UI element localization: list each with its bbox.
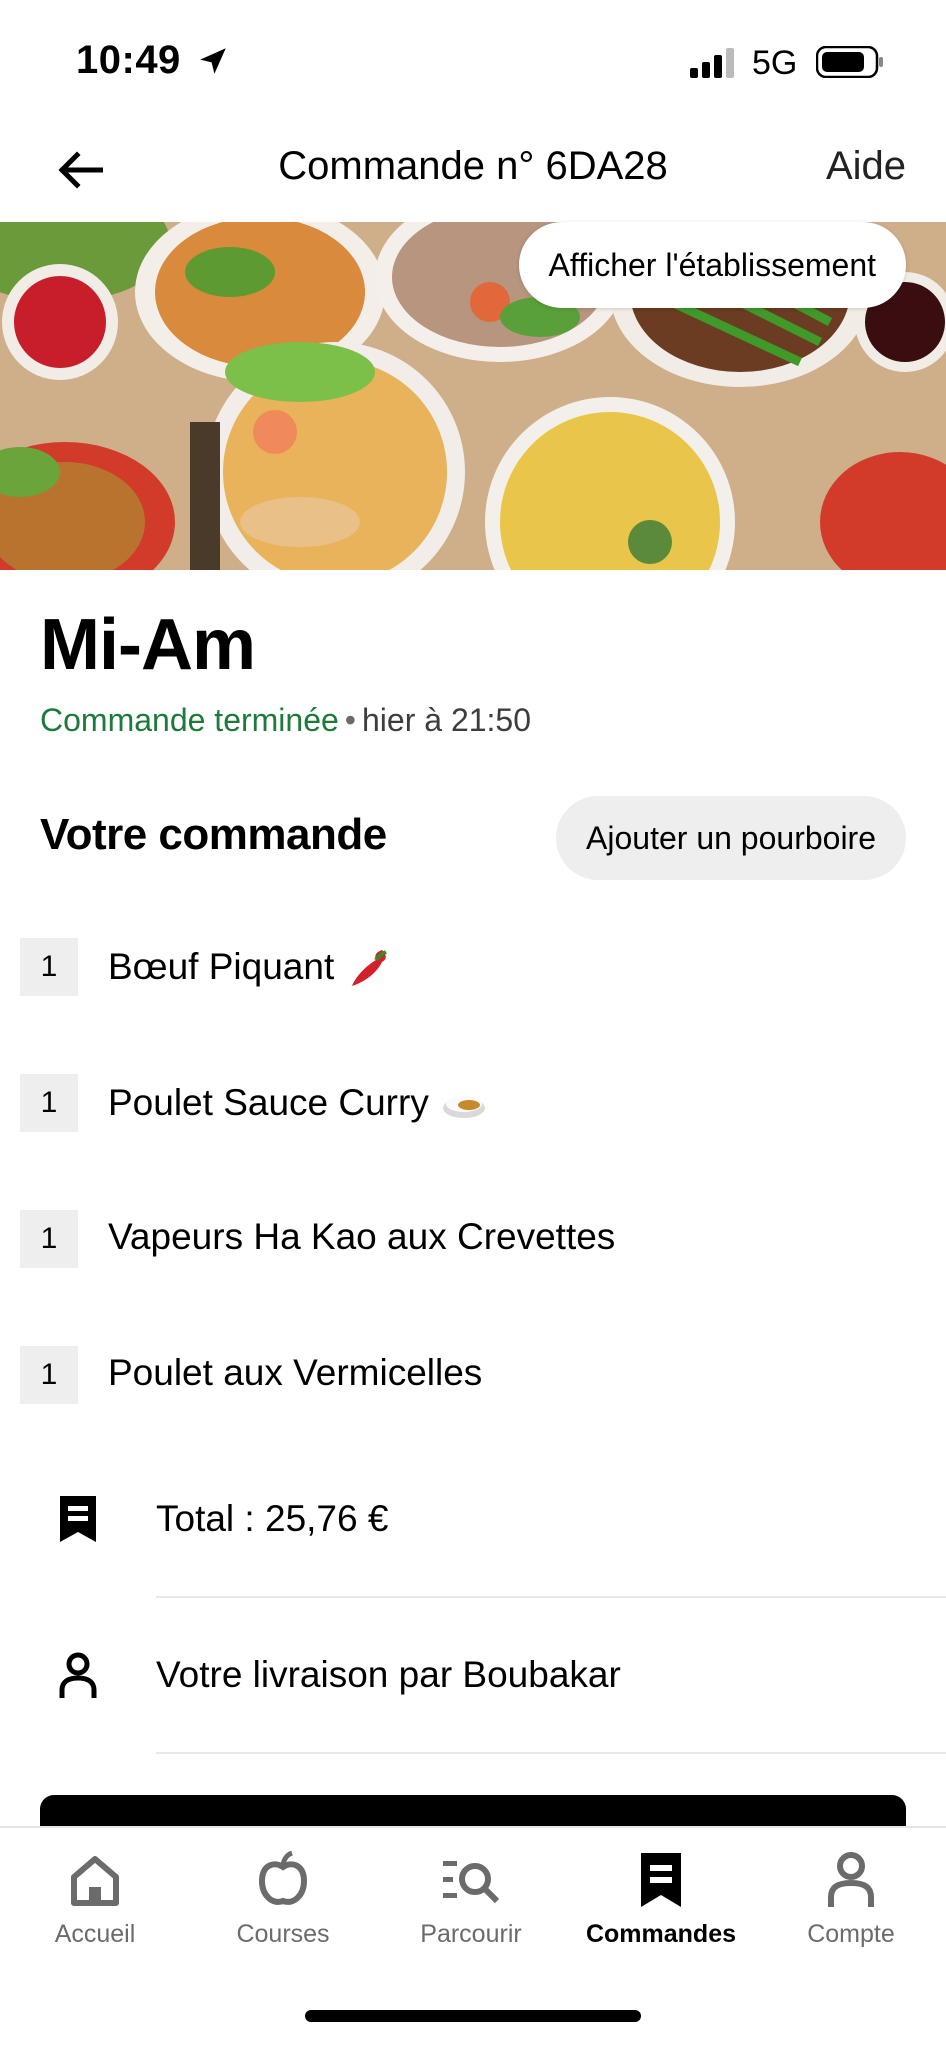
apple-icon — [258, 1851, 308, 1905]
list-item: 1 Poulet aux Vermicelles — [0, 1332, 946, 1412]
tab-icon-wrap — [65, 1848, 125, 1912]
tab-label: Parcourir — [420, 1920, 522, 1948]
clock: 10:49 — [76, 38, 181, 82]
tab-icon-wrap — [253, 1848, 313, 1912]
store-name: Mi-Am — [40, 605, 256, 685]
header: Commande n° 6DA28 Aide — [0, 120, 946, 222]
tab-courses[interactable]: Courses — [188, 1848, 378, 1968]
item-name: Vapeurs Ha Kao aux Crevettes — [108, 1216, 616, 1257]
help-link[interactable]: Aide — [826, 144, 906, 189]
divider — [156, 1752, 946, 1754]
tab-account[interactable]: Compte — [756, 1848, 946, 1968]
tab-browse[interactable]: Parcourir — [376, 1848, 566, 1968]
list-item: 1 Bœuf Piquant — [0, 924, 946, 1004]
item-quantity: 1 — [20, 1210, 78, 1268]
curry-rice-icon — [442, 1096, 485, 1118]
tab-label: Accueil — [54, 1920, 136, 1948]
list-item: 1 Poulet Sauce Curry — [0, 1060, 946, 1140]
item-quantity: 1 — [20, 1074, 78, 1132]
receipt-icon — [641, 1853, 681, 1907]
browse-search-icon — [443, 1861, 500, 1904]
tab-label: Commandes — [585, 1920, 737, 1948]
network-type: 5G — [752, 44, 798, 82]
receipt-icon — [60, 1496, 96, 1542]
cellular-signal-icon — [690, 48, 734, 78]
total-label: Total : 25,76 € — [156, 1498, 389, 1539]
add-tip-button[interactable]: Ajouter un pourboire — [556, 796, 906, 880]
item-name-wrap: Poulet aux Vermicelles — [108, 1352, 482, 1394]
item-name: Poulet aux Vermicelles — [108, 1352, 483, 1393]
tab-label: Courses — [236, 1920, 330, 1948]
order-status: Commande terminée — [40, 702, 339, 738]
tab-label: Compte — [807, 1920, 895, 1948]
item-quantity: 1 — [20, 1346, 78, 1404]
order-time: hier à 21:50 — [362, 702, 532, 738]
location-arrow-icon — [200, 48, 226, 74]
item-name-wrap: Bœuf Piquant — [108, 944, 392, 990]
tab-home[interactable]: Accueil — [0, 1848, 190, 1968]
home-icon — [71, 1856, 119, 1906]
order-status-line: Commande terminée • hier à 21:50 — [40, 702, 531, 739]
delivery-row[interactable]: Votre livraison par Boubakar — [0, 1600, 946, 1754]
person-icon — [59, 1652, 97, 1698]
battery-icon — [816, 46, 883, 78]
divider — [156, 1596, 946, 1598]
order-section-title: Votre commande — [40, 810, 387, 859]
account-icon — [828, 1852, 874, 1907]
item-name: Bœuf Piquant — [108, 946, 335, 987]
list-item: 1 Vapeurs Ha Kao aux Crevettes — [0, 1196, 946, 1276]
tab-icon-wrap — [631, 1848, 691, 1912]
separator-dot: • — [344, 702, 356, 738]
total-row[interactable]: Total : 25,76 € — [0, 1444, 946, 1598]
item-name: Poulet Sauce Curry — [108, 1082, 429, 1123]
page-title: Commande n° 6DA28 — [278, 144, 668, 188]
tab-orders[interactable]: Commandes — [566, 1848, 756, 1968]
item-quantity: 1 — [20, 938, 78, 996]
view-store-button[interactable]: Afficher l'établissement — [518, 222, 906, 308]
delivery-label: Votre livraison par Boubakar — [156, 1654, 621, 1695]
item-name-wrap: Vapeurs Ha Kao aux Crevettes — [108, 1216, 615, 1258]
status-bar: 10:49 5G — [0, 0, 946, 120]
item-name-wrap: Poulet Sauce Curry — [108, 1080, 487, 1126]
tab-icon-wrap — [441, 1848, 501, 1912]
chili-pepper-icon — [352, 950, 388, 986]
tab-icon-wrap — [821, 1848, 881, 1912]
home-indicator[interactable] — [305, 2010, 641, 2022]
